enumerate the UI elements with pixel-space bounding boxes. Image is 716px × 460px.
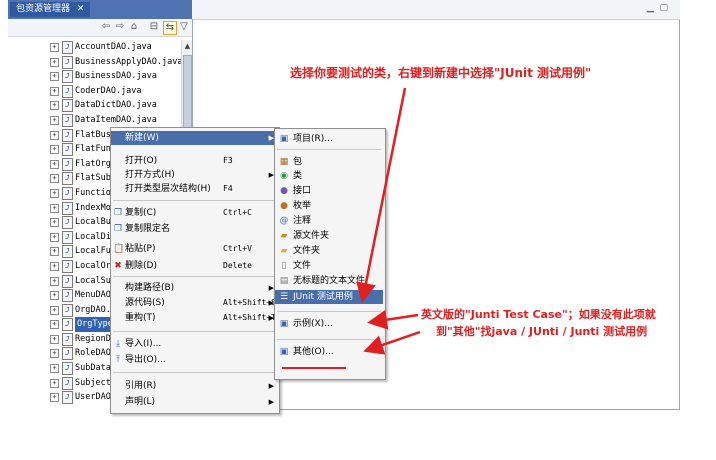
arrow-to-junit [356,87,407,303]
annotation-arrows [282,87,421,369]
arrow-to-other [363,330,421,355]
arrow-to-junit-side [367,309,419,330]
